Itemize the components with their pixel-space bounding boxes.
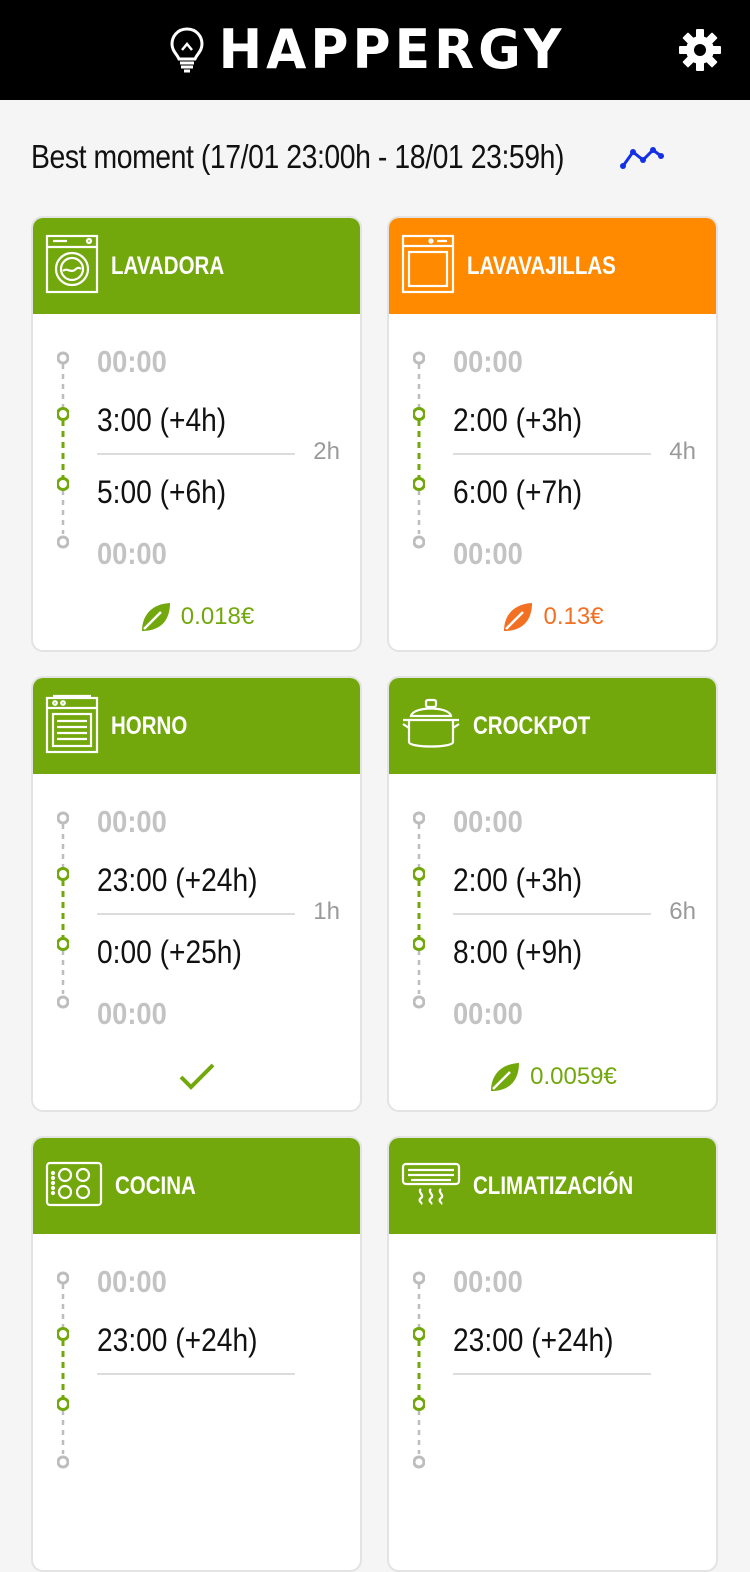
start-time: 2:00 (+3h) bbox=[453, 862, 583, 898]
timeline-track bbox=[57, 351, 69, 549]
leaf-icon bbox=[491, 1063, 520, 1091]
divider bbox=[97, 1373, 295, 1375]
previous-slot: 00:00 bbox=[97, 804, 167, 839]
end-time: 5:00 (+6h) bbox=[97, 474, 227, 510]
card-header: HORNO bbox=[33, 678, 360, 774]
next-slot: 00:00 bbox=[453, 536, 523, 571]
timeline-track bbox=[57, 811, 69, 1009]
appliance-name: LAVADORA bbox=[111, 251, 225, 280]
card-header: LAVAVAJILLAS bbox=[389, 218, 716, 314]
divider bbox=[97, 453, 295, 455]
done-indicator bbox=[33, 1062, 360, 1092]
card-header: CLIMATIZACIÓN bbox=[389, 1138, 716, 1234]
leaf-icon bbox=[141, 603, 170, 631]
previous-slot: 00:00 bbox=[97, 344, 167, 379]
card-header: LAVADORA bbox=[33, 218, 360, 314]
card-body: 00:00 23:00 (+24h) bbox=[389, 1234, 716, 1570]
cost-indicator: 0.13€ bbox=[389, 600, 716, 634]
start-time: 23:00 (+24h) bbox=[97, 862, 258, 898]
next-slot: 00:00 bbox=[97, 536, 167, 571]
previous-slot: 00:00 bbox=[453, 804, 523, 839]
appliance-name: LAVAVAJILLAS bbox=[467, 251, 616, 280]
appliance-name: CROCKPOT bbox=[473, 711, 591, 740]
appliance-name: CLIMATIZACIÓN bbox=[473, 1171, 634, 1200]
best-moment-heading: Best moment (17/01 23:00h - 18/01 23:59h… bbox=[31, 132, 665, 182]
appliance-card-lavavajillas[interactable]: LAVAVAJILLAS 00:00 2:00 (+3h) 4h 6:00 (+… bbox=[387, 216, 718, 652]
card-body: 00:00 23:00 (+24h) bbox=[33, 1234, 360, 1570]
card-header: COCINA bbox=[33, 1138, 360, 1234]
end-time: 0:00 (+25h) bbox=[97, 934, 242, 970]
cost-value: 0.0059€ bbox=[530, 1063, 617, 1090]
timeline-track bbox=[413, 351, 425, 549]
app-name: HAPPERGY bbox=[218, 18, 566, 82]
card-header: CROCKPOT bbox=[389, 678, 716, 774]
appliance-card-climatización[interactable]: CLIMATIZACIÓN 00:00 23:00 (+24h) bbox=[387, 1136, 718, 1572]
crockpot-icon bbox=[402, 698, 460, 748]
brand: HAPPERGY bbox=[169, 18, 566, 82]
start-time: 23:00 (+24h) bbox=[97, 1322, 258, 1358]
appliance-name: COCINA bbox=[115, 1171, 196, 1200]
duration: 6h bbox=[669, 898, 696, 925]
lightbulb-icon bbox=[170, 27, 204, 73]
oven-icon bbox=[45, 694, 99, 753]
previous-slot: 00:00 bbox=[453, 1264, 523, 1299]
leaf-icon bbox=[504, 603, 533, 631]
timeline-track bbox=[57, 1271, 69, 1469]
duration: 1h bbox=[313, 898, 340, 925]
timeline-track bbox=[413, 811, 425, 1009]
timeline-track bbox=[413, 1271, 425, 1469]
end-time: 6:00 (+7h) bbox=[453, 474, 583, 510]
appliance-name: HORNO bbox=[111, 711, 188, 740]
divider bbox=[453, 453, 651, 455]
next-slot: 00:00 bbox=[453, 996, 523, 1031]
duration: 4h bbox=[669, 438, 696, 465]
start-time: 3:00 (+4h) bbox=[97, 402, 227, 438]
start-time: 2:00 (+3h) bbox=[453, 402, 583, 438]
end-time: 8:00 (+9h) bbox=[453, 934, 583, 970]
trend-chart-icon[interactable] bbox=[619, 142, 665, 172]
next-slot: 00:00 bbox=[97, 996, 167, 1031]
card-body: 00:00 23:00 (+24h) 1h 0:00 (+25h) 00:00 bbox=[33, 774, 360, 1110]
cost-value: 0.13€ bbox=[543, 603, 604, 630]
cooktop-icon bbox=[45, 1161, 103, 1206]
appliance-card-lavadora[interactable]: LAVADORA 00:00 3:00 (+4h) 2h 5:00 (+6h) … bbox=[31, 216, 362, 652]
dishwasher-icon bbox=[401, 234, 455, 293]
divider bbox=[453, 913, 651, 915]
card-body: 00:00 2:00 (+3h) 4h 6:00 (+7h) 00:00 0.1… bbox=[389, 314, 716, 650]
appliance-card-crockpot[interactable]: CROCKPOT 00:00 2:00 (+3h) 6h 8:00 (+9h) … bbox=[387, 676, 718, 1112]
air-conditioner-icon bbox=[401, 1162, 461, 1205]
previous-slot: 00:00 bbox=[97, 1264, 167, 1299]
gear-icon[interactable] bbox=[678, 28, 722, 72]
cost-indicator: 0.018€ bbox=[33, 600, 360, 634]
cost-value: 0.018€ bbox=[180, 603, 255, 630]
previous-slot: 00:00 bbox=[453, 344, 523, 379]
card-body: 00:00 3:00 (+4h) 2h 5:00 (+6h) 00:00 0.0… bbox=[33, 314, 360, 650]
appliance-card-cocina[interactable]: COCINA 00:00 23:00 (+24h) bbox=[31, 1136, 362, 1572]
washing-machine-icon bbox=[45, 234, 99, 293]
divider bbox=[97, 913, 295, 915]
best-moment-text: Best moment (17/01 23:00h - 18/01 23:59h… bbox=[31, 138, 564, 175]
appliance-card-horno[interactable]: HORNO 00:00 23:00 (+24h) 1h 0:00 (+25h) … bbox=[31, 676, 362, 1112]
start-time: 23:00 (+24h) bbox=[453, 1322, 614, 1358]
cost-indicator: 0.0059€ bbox=[389, 1060, 716, 1094]
checkmark-icon bbox=[179, 1063, 214, 1090]
top-bar: HAPPERGY bbox=[0, 0, 750, 100]
card-body: 00:00 2:00 (+3h) 6h 8:00 (+9h) 00:00 0.0… bbox=[389, 774, 716, 1110]
duration: 2h bbox=[313, 438, 340, 465]
divider bbox=[453, 1373, 651, 1375]
